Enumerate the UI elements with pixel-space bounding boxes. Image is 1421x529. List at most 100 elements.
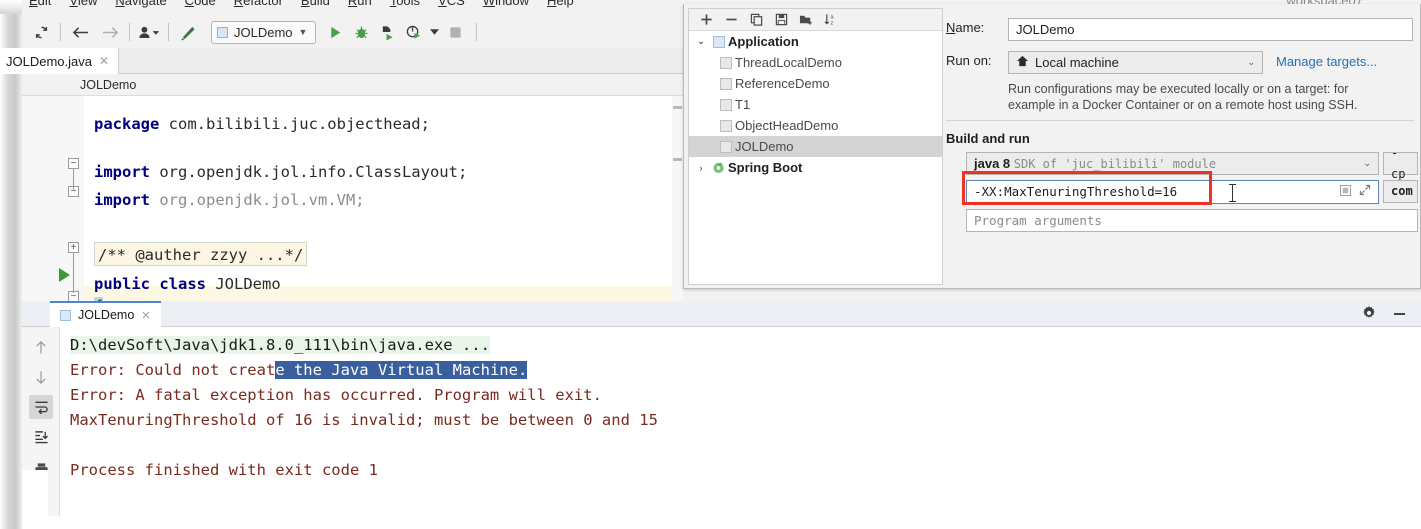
menu-item-build[interactable]: Build [292,0,339,8]
soft-wrap-icon[interactable] [29,395,53,419]
close-icon[interactable]: ✕ [99,54,109,68]
remove-icon[interactable] [720,11,742,29]
sort-alphabetically-icon[interactable]: az [820,11,842,29]
close-icon[interactable]: ✕ [141,309,150,322]
code-token: /** @auther zzyy ...*/ [98,246,304,264]
main-class-value: com [1391,184,1413,198]
menu-item-run[interactable]: Run [339,0,381,8]
vcs-update-icon[interactable] [173,19,203,45]
menu-item-vcs[interactable]: VCS [429,0,474,8]
new-folder-icon[interactable] [795,11,817,29]
menu-item-view[interactable]: View [60,0,106,8]
tree-node-application[interactable]: ⌄ Application [689,31,942,52]
tree-node-t1[interactable]: T1 [689,94,942,115]
console-error-text: Error: A fatal exception has occurred. P… [70,386,602,404]
run-on-select[interactable]: Local machine ⌄ [1008,51,1263,74]
manage-targets-link[interactable]: Manage targets... [1276,54,1377,69]
code-token: org.openjdk.jol.vm.VM; [159,191,365,209]
code-line-7: public class JOLDemo [94,270,281,298]
run-console-panel: JOLDemo ✕ D:\devSoft\Java\jdk1.8.0_111\b… [22,301,1421,516]
forward-arrow-icon[interactable] [95,19,125,45]
jdk-version: java 8 [974,155,1011,171]
editor-marker-2 [673,158,682,161]
run-on-hint: Run configurations may be executed local… [1008,81,1408,113]
editor-tab-joldemo[interactable]: JOLDemo.java ✕ [0,48,120,74]
chevron-down-icon-profile[interactable] [426,19,442,45]
menu-item-help[interactable]: Help [538,0,583,8]
gear-icon[interactable] [1361,305,1379,323]
scroll-to-end-icon[interactable] [29,425,53,449]
console-line-2: Error: Could not create the Java Virtual… [70,358,528,383]
refresh-icon[interactable] [26,19,56,45]
tree-node-label: ThreadLocalDemo [735,55,842,70]
tree-toolbar: az [689,9,942,31]
classpath-button[interactable]: -cp [1383,146,1418,181]
menu-item-tools[interactable]: Tools [381,0,429,8]
console-line-4: MaxTenuringThreshold of 16 is invalid; m… [70,408,658,433]
multiline-icon[interactable] [1340,181,1351,203]
debug-button[interactable] [348,19,374,45]
code-token: org.openjdk.jol.info.ClassLayout; [159,163,468,181]
minimize-icon[interactable] [1394,313,1405,315]
code-line-6: /** @auther zzyy ...*/ [94,242,308,266]
code-token: package [94,115,169,133]
gutter-run-icon[interactable] [59,268,70,282]
chevron-down-icon[interactable]: ⌄ [693,36,709,47]
add-icon[interactable] [695,11,717,29]
editor-gutter[interactable]: − − + − [22,96,84,301]
window-corner [22,470,48,529]
user-dropdown-icon[interactable] [134,19,164,45]
scroll-down-icon[interactable] [29,365,53,389]
console-error-text: MaxTenuringThreshold of 16 is invalid; m… [70,411,658,429]
code-lines: package com.bilibili.juc.objecthead; impo… [84,96,683,301]
tree-node-label: Application [728,34,799,49]
save-icon[interactable] [770,11,792,29]
menu-item-edit[interactable]: Edit [22,0,60,8]
console-tab-joldemo[interactable]: JOLDemo ✕ [50,301,161,327]
run-configuration-selector[interactable]: JOLDemo ▼ [211,20,317,44]
stop-button[interactable] [442,19,468,45]
back-arrow-icon[interactable] [65,19,95,45]
fold-marker-import[interactable]: − [68,158,79,169]
svg-text:z: z [831,21,834,26]
cp-label: -cp [1391,145,1406,181]
console-tab-label: JOLDemo [78,308,135,322]
run-on-row: Run on: [946,53,992,68]
svg-text:a: a [831,15,835,21]
console-tab-bar: JOLDemo ✕ [22,301,1421,327]
main-class-input[interactable]: com [1383,180,1418,203]
scroll-up-icon[interactable] [29,335,53,359]
java-class-icon [716,140,735,153]
chevron-down-icon: ⌄ [1247,57,1255,67]
run-with-coverage-button[interactable] [374,19,400,45]
program-arguments-input[interactable]: Program arguments [966,209,1418,232]
menu-item-window[interactable]: Window [474,0,538,8]
fold-marker-javadoc[interactable]: + [68,242,79,253]
build-and-run-heading: Build and run [946,131,1030,146]
console-line-6: Process finished with exit code 1 [70,458,378,483]
editor-scrollbar[interactable] [672,96,683,301]
code-line-4: import org.openjdk.jol.vm.VM; [94,186,365,214]
menu-item-refactor[interactable]: Refactor [225,0,292,8]
expand-icon[interactable] [1359,181,1371,203]
console-line-1: D:\devSoft\Java\jdk1.8.0_111\bin\java.ex… [70,333,490,358]
configurations-tree[interactable]: az ⌄ Application ThreadLocalDemo ReferenceD… [688,8,943,285]
spring-boot-icon [709,161,728,174]
tree-node-objectheaddemo[interactable]: ObjectHeadDemo [689,115,942,136]
code-editor[interactable]: − − + − package com.bilibili.juc.objecth… [22,96,683,301]
name-input[interactable]: JOLDemo [1008,18,1413,41]
menu-item-code[interactable]: Code [176,0,225,8]
console-line-3: Error: A fatal exception has occurred. P… [70,383,602,408]
copy-icon[interactable] [745,11,767,29]
tree-node-spring-boot[interactable]: › Spring Boot [689,157,942,178]
tree-node-joldemo[interactable]: JOLDemo [689,136,942,157]
run-button[interactable] [322,19,348,45]
chevron-right-icon[interactable]: › [693,163,709,173]
tree-node-threadlocaldemo[interactable]: ThreadLocalDemo [689,52,942,73]
menu-items: Edit View Navigate Code Refactor Build Run Tool… [22,0,583,8]
console-output[interactable]: D:\devSoft\Java\jdk1.8.0_111\bin\java.ex… [60,327,1421,516]
profile-button[interactable] [400,19,426,45]
tree-node-referencedemo[interactable]: ReferenceDemo [689,73,942,94]
menu-item-navigate[interactable]: Navigate [106,0,175,8]
code-line-1: package com.bilibili.juc.objecthead; [94,110,430,138]
